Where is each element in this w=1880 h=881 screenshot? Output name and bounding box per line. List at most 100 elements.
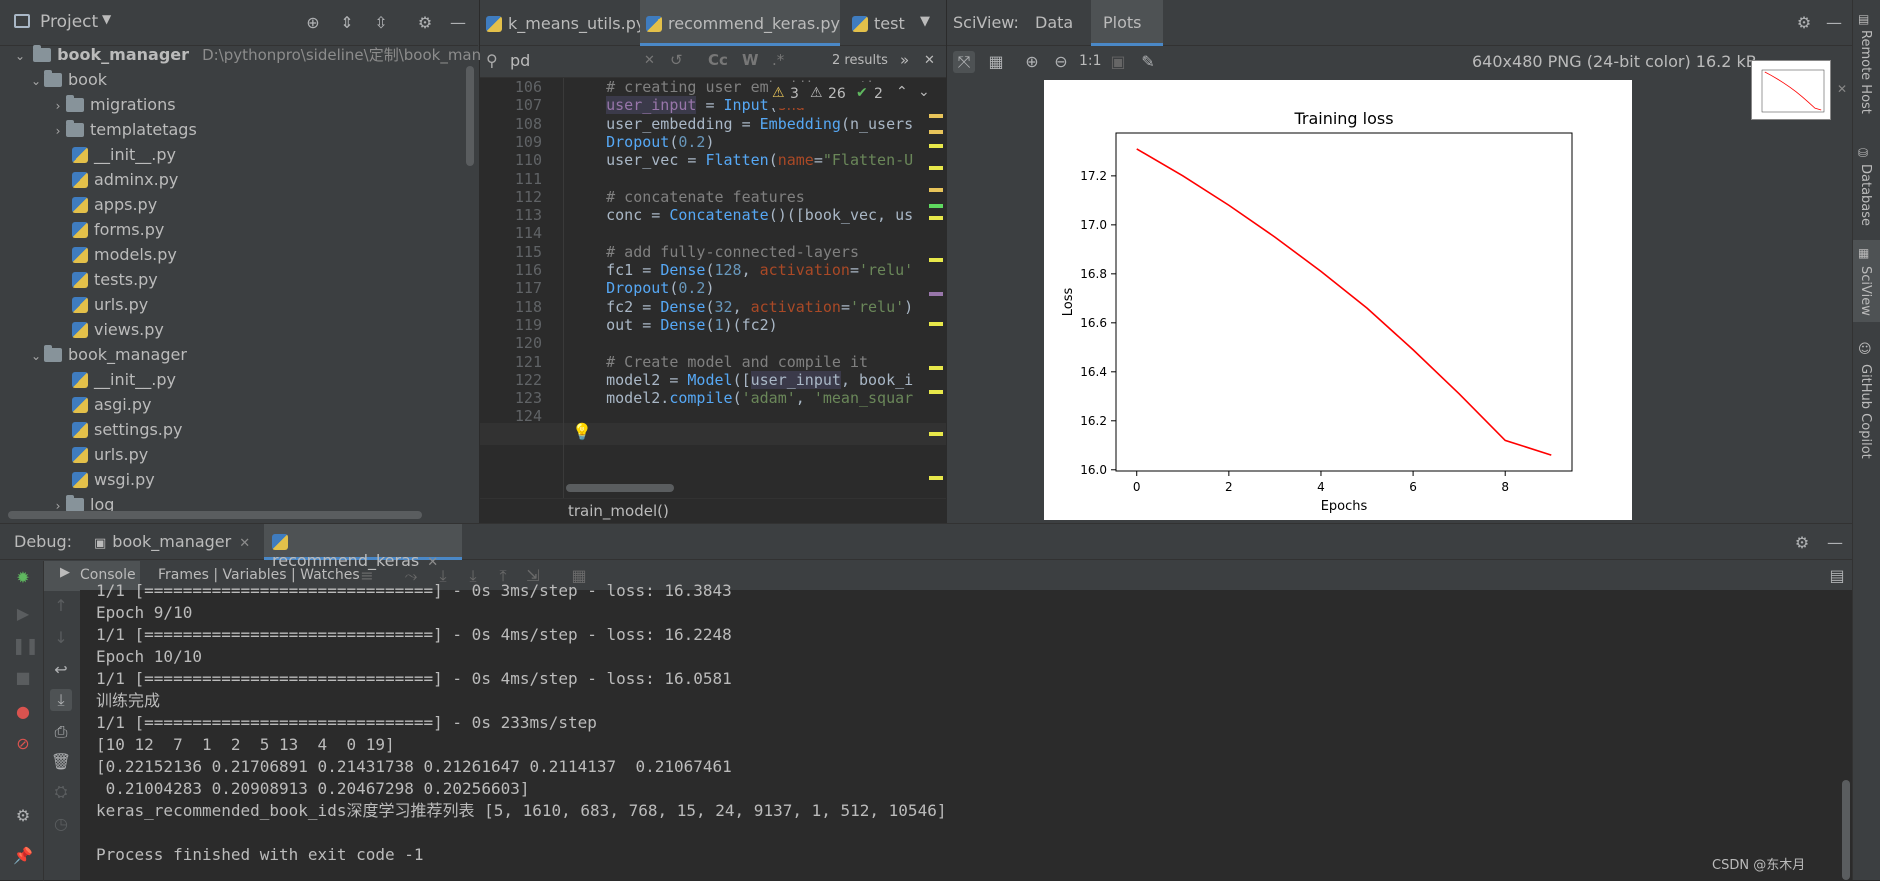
prev-highlight-icon[interactable]: ⌃ — [896, 84, 908, 100]
inspection-widget[interactable]: ⚠ 3 ⚠ 26 ✔ 2 ⌃ ⌄ — [768, 82, 938, 108]
tree-item[interactable]: __init__.py — [72, 142, 176, 167]
console-line: keras_recommended_book_ids深度学习推荐列表 [5, 1… — [96, 801, 947, 820]
chevron-down-icon[interactable]: ⌄ — [12, 44, 28, 69]
words-icon[interactable]: W — [742, 51, 759, 69]
grid-icon[interactable]: ▦ — [985, 51, 1007, 73]
tree-item[interactable]: urls.py — [72, 442, 148, 467]
tree-item[interactable]: models.py — [72, 242, 177, 267]
tree-item[interactable]: wsgi.py — [72, 467, 155, 492]
gear-icon[interactable]: ⚙ — [1793, 12, 1815, 34]
tab-k-means-utils[interactable]: k_means_utils.py — [480, 0, 651, 46]
editor-hscrollbar[interactable] — [566, 484, 674, 492]
tabs-dropdown-icon[interactable]: ▼ — [920, 14, 930, 29]
tree-item[interactable]: settings.py — [72, 417, 183, 442]
expand-all-icon[interactable]: ⇕ — [336, 12, 358, 34]
plot-thumbnail[interactable] — [1751, 60, 1831, 120]
pin-icon[interactable]: 📌 — [12, 845, 34, 867]
chevron-down-icon[interactable]: ⌄ — [28, 69, 44, 94]
stop-icon[interactable]: ■ — [12, 667, 34, 689]
tree-item[interactable]: urls.py — [72, 292, 148, 317]
tree-item[interactable]: ⌄ book_manager — [28, 342, 187, 367]
background-icon[interactable]: ▣ — [1107, 51, 1129, 73]
tree-item[interactable]: apps.py — [72, 192, 157, 217]
history-icon[interactable]: ↺ — [670, 51, 683, 69]
fit-icon[interactable]: ⤧ — [953, 51, 975, 73]
clear-icon[interactable]: ✕ — [644, 53, 655, 68]
code-line[interactable]: model2.compile('adam', 'mean_squar — [570, 387, 913, 409]
minimize-icon[interactable]: — — [1824, 532, 1846, 554]
actual-size-button[interactable]: 1:1 — [1079, 53, 1102, 69]
tool-remote-host[interactable]: Remote Host — [1858, 30, 1873, 114]
tree-item[interactable]: adminx.py — [72, 167, 178, 192]
collapse-all-icon[interactable]: ⇳ — [370, 12, 392, 34]
tree-item[interactable]: forms.py — [72, 217, 164, 242]
code-line[interactable]: conc = Concatenate()([book_vec, us — [570, 204, 913, 226]
python-console-icon[interactable]: ⛭ — [50, 781, 72, 803]
vertical-scrollbar[interactable] — [466, 66, 474, 166]
tab-plots[interactable]: Plots — [1091, 0, 1163, 46]
clear-all-icon[interactable]: 🗑 — [50, 751, 72, 773]
plot-image[interactable]: Training loss Epochs Loss 0 2 4 6 8 16.0 16.2 16.4… — [1044, 80, 1632, 520]
error-stripe[interactable] — [927, 108, 943, 498]
zoom-out-icon[interactable]: ⊖ — [1050, 51, 1072, 73]
breadcrumb-item[interactable]: train_model() — [568, 502, 669, 520]
pause-icon[interactable]: ❚❚ — [12, 635, 39, 657]
tab-plots-label: Plots — [1103, 13, 1142, 32]
chevron-down-icon[interactable]: ▼ — [102, 12, 111, 26]
tree-root[interactable]: ⌄ book_manager D:\pythonpro\sideline\定制\… — [12, 42, 500, 67]
history-icon[interactable]: ◷ — [50, 813, 72, 835]
up-icon[interactable]: ↑ — [50, 595, 72, 617]
soft-wrap-icon[interactable]: ↩ — [50, 659, 72, 681]
color-picker-icon[interactable]: ✎ — [1137, 51, 1159, 73]
settings-icon[interactable]: ⚙ — [12, 805, 34, 827]
tree-item[interactable]: › templatetags — [50, 117, 197, 142]
resume-icon[interactable]: ▶ — [12, 603, 34, 625]
locate-icon[interactable]: ⊕ — [302, 12, 324, 34]
minimize-icon[interactable]: — — [1823, 12, 1845, 34]
down-icon[interactable]: ↓ — [50, 627, 72, 649]
tree-item-label: settings.py — [94, 420, 183, 439]
scroll-to-end-icon[interactable]: ⤓ — [50, 689, 72, 711]
tree-item[interactable]: tests.py — [72, 267, 158, 292]
tree-item[interactable]: views.py — [72, 317, 164, 342]
debug-label: Debug: — [14, 532, 73, 551]
project-title[interactable]: Project — [40, 12, 98, 32]
code-line[interactable]: user_vec = Flatten(name="Flatten-U — [570, 149, 913, 171]
tree-item[interactable]: › migrations — [50, 92, 176, 117]
tab-data[interactable]: Data — [1035, 13, 1073, 32]
tree-item[interactable]: ⌄ book — [28, 67, 107, 92]
zoom-in-icon[interactable]: ⊕ — [1021, 51, 1043, 73]
close-thumbnail-icon[interactable]: ✕ — [1837, 82, 1847, 96]
tool-github-copilot[interactable]: GitHub Copilot — [1858, 364, 1873, 459]
tool-database[interactable]: Database — [1858, 164, 1873, 226]
tree-item[interactable]: asgi.py — [72, 392, 151, 417]
tool-sciview[interactable]: ▦ SciView — [1853, 240, 1880, 322]
view-breakpoints-icon[interactable]: ● — [12, 701, 34, 723]
match-case-icon[interactable]: Cc — [708, 51, 728, 69]
gear-icon[interactable]: ⚙ — [414, 12, 436, 34]
close-icon[interactable]: ✕ — [239, 536, 250, 551]
console-line: Epoch 9/10 — [96, 603, 193, 622]
chevron-down-icon[interactable]: ⌄ — [28, 344, 44, 369]
mute-breakpoints-icon[interactable]: ⊘ — [12, 733, 34, 755]
next-highlight-icon[interactable]: ⌄ — [918, 84, 930, 100]
tab-test[interactable]: test — [846, 0, 911, 46]
more-icon[interactable]: » — [900, 51, 909, 69]
print-icon[interactable]: ⎙ — [50, 721, 72, 743]
tab-recommend-keras[interactable]: recommend_keras.py ✕ — [640, 0, 865, 46]
chevron-right-icon[interactable]: › — [50, 119, 66, 144]
chevron-right-icon[interactable]: › — [50, 94, 66, 119]
search-input[interactable]: pd — [510, 51, 530, 70]
tree-item[interactable]: __init__.py — [72, 367, 176, 392]
horizontal-scrollbar[interactable] — [8, 511, 422, 519]
tab-book-manager[interactable]: ▣ book_manager ✕ — [88, 524, 256, 560]
close-search-icon[interactable]: ✕ — [924, 53, 935, 68]
console-scrollbar[interactable] — [1842, 780, 1850, 880]
minimize-icon[interactable]: — — [447, 12, 469, 34]
code-line[interactable]: out = Dense(1)(fc2) — [570, 314, 778, 336]
layout-icon[interactable]: ▤ — [1826, 565, 1848, 587]
lightbulb-icon[interactable]: 💡 — [572, 422, 592, 441]
regex-icon[interactable]: .* — [772, 51, 784, 69]
tab-recommend-keras-debug[interactable]: recommend_keras ✕ — [264, 524, 462, 570]
gear-icon[interactable]: ⚙ — [1791, 532, 1813, 554]
